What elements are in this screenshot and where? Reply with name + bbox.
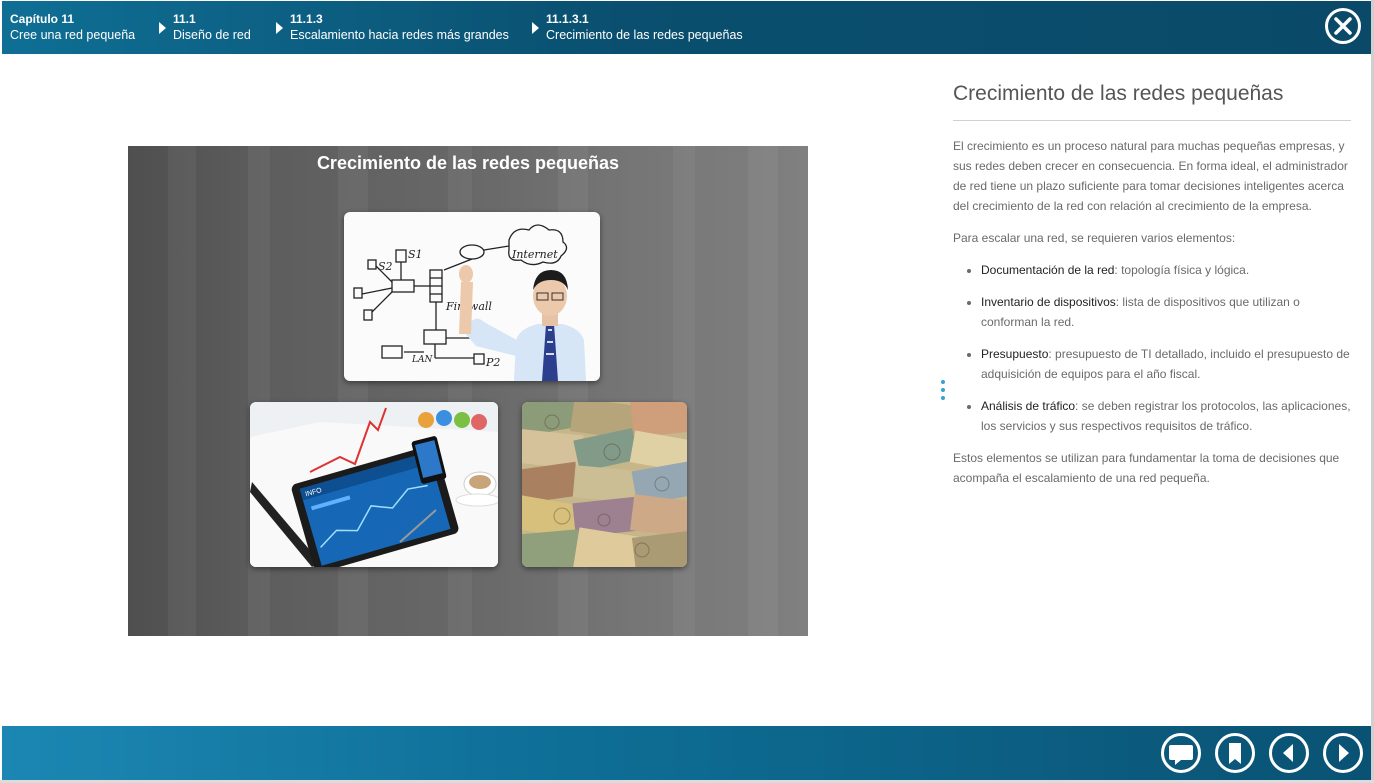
diagram-label-lan: LAN xyxy=(411,355,433,365)
closing-paragraph: Estos elementos se utilizan para fundame… xyxy=(953,451,1340,485)
breadcrumb-topic[interactable]: 11.1.3.1 Crecimiento de las redes pequeñ… xyxy=(546,12,743,44)
slide-title: Crecimiento de las redes pequeñas xyxy=(316,153,620,173)
breadcrumb-section[interactable]: 11.1 Diseño de red xyxy=(173,12,251,44)
diagram-label-internet: Internet xyxy=(511,248,558,261)
tablet-scene: INFO xyxy=(250,402,498,567)
breadcrumb-arrow-icon xyxy=(276,22,283,34)
tablet-finance-image: INFO xyxy=(250,402,498,567)
banknotes-image xyxy=(522,402,687,567)
breadcrumb-arrow-icon xyxy=(159,22,166,34)
network-diagram-sketch: S1 S2 Firewall Internet LAN P1 P2 xyxy=(353,224,586,381)
breadcrumb-label: Crecimiento de las redes pequeñas xyxy=(546,28,743,42)
bookmark-icon xyxy=(1229,743,1241,764)
intro-paragraph: El crecimiento es un proceso natural par… xyxy=(953,139,1348,213)
breadcrumb-label: Diseño de red xyxy=(173,28,251,42)
list-item-term: Inventario de dispositivos xyxy=(981,295,1116,309)
bookmark-button[interactable] xyxy=(1215,733,1255,773)
more-vertical-icon[interactable] xyxy=(939,380,947,404)
list-item: Documentación de la red: topología físic… xyxy=(981,260,1351,280)
previous-icon xyxy=(1283,744,1293,762)
slide-media: Crecimiento de las redes pequeñas S1 S2 … xyxy=(128,146,808,636)
list-item: Inventario de dispositivos: lista de dis… xyxy=(981,292,1351,332)
network-sketch-image: S1 S2 Firewall Internet LAN P1 P2 xyxy=(344,212,600,381)
page-title: Crecimiento de las redes pequeñas xyxy=(953,82,1284,105)
list-item-term: Análisis de tráfico xyxy=(981,399,1076,413)
breadcrumb-number: 11.1.3.1 xyxy=(546,12,589,26)
next-button[interactable] xyxy=(1323,733,1363,773)
previous-button[interactable] xyxy=(1269,733,1309,773)
list-item: Análisis de tráfico: se deben registrar … xyxy=(981,396,1351,436)
breadcrumb-number: 11.1 xyxy=(173,12,196,26)
breadcrumb-label: Cree una red pequeña xyxy=(10,28,136,42)
breadcrumb-arrow-icon xyxy=(532,22,539,34)
comment-icon xyxy=(1169,745,1193,765)
next-icon xyxy=(1339,744,1349,762)
diagram-label-s1: S1 xyxy=(408,248,423,261)
footer-bar xyxy=(2,726,1371,780)
breadcrumb-subsection[interactable]: 11.1.3 Escalamiento hacia redes más gran… xyxy=(290,12,509,44)
breadcrumb-number: Capítulo 11 xyxy=(10,12,75,26)
breadcrumb-label: Escalamiento hacia redes más grandes xyxy=(290,28,509,42)
list-item: Presupuesto: presupuesto de TI detallado… xyxy=(981,344,1351,384)
diagram-label-s2: S2 xyxy=(378,260,393,273)
header-bar: Capítulo 11 Cree una red pequeña 11.1 Di… xyxy=(2,1,1371,54)
lead-paragraph: Para escalar una red, se requieren vario… xyxy=(953,231,1236,245)
comment-button[interactable] xyxy=(1161,733,1201,773)
elements-list: Documentación de la red: topología físic… xyxy=(953,260,1351,436)
list-item-term: Presupuesto xyxy=(981,347,1049,361)
content-panel: El crecimiento es un proceso natural par… xyxy=(953,136,1351,500)
background-stripe xyxy=(168,146,196,636)
close-icon xyxy=(1334,17,1352,35)
list-item-desc: : topología física y lógica. xyxy=(1114,263,1250,277)
list-item-term: Documentación de la red xyxy=(981,263,1115,277)
close-button[interactable] xyxy=(1325,8,1361,44)
diagram-label-p2: P2 xyxy=(485,356,500,369)
title-divider xyxy=(953,120,1351,121)
breadcrumb-number: 11.1.3 xyxy=(290,12,323,26)
banknotes-collage xyxy=(522,402,687,567)
breadcrumb-chapter[interactable]: Capítulo 11 Cree una red pequeña xyxy=(10,12,135,44)
background-stripe xyxy=(748,146,778,636)
